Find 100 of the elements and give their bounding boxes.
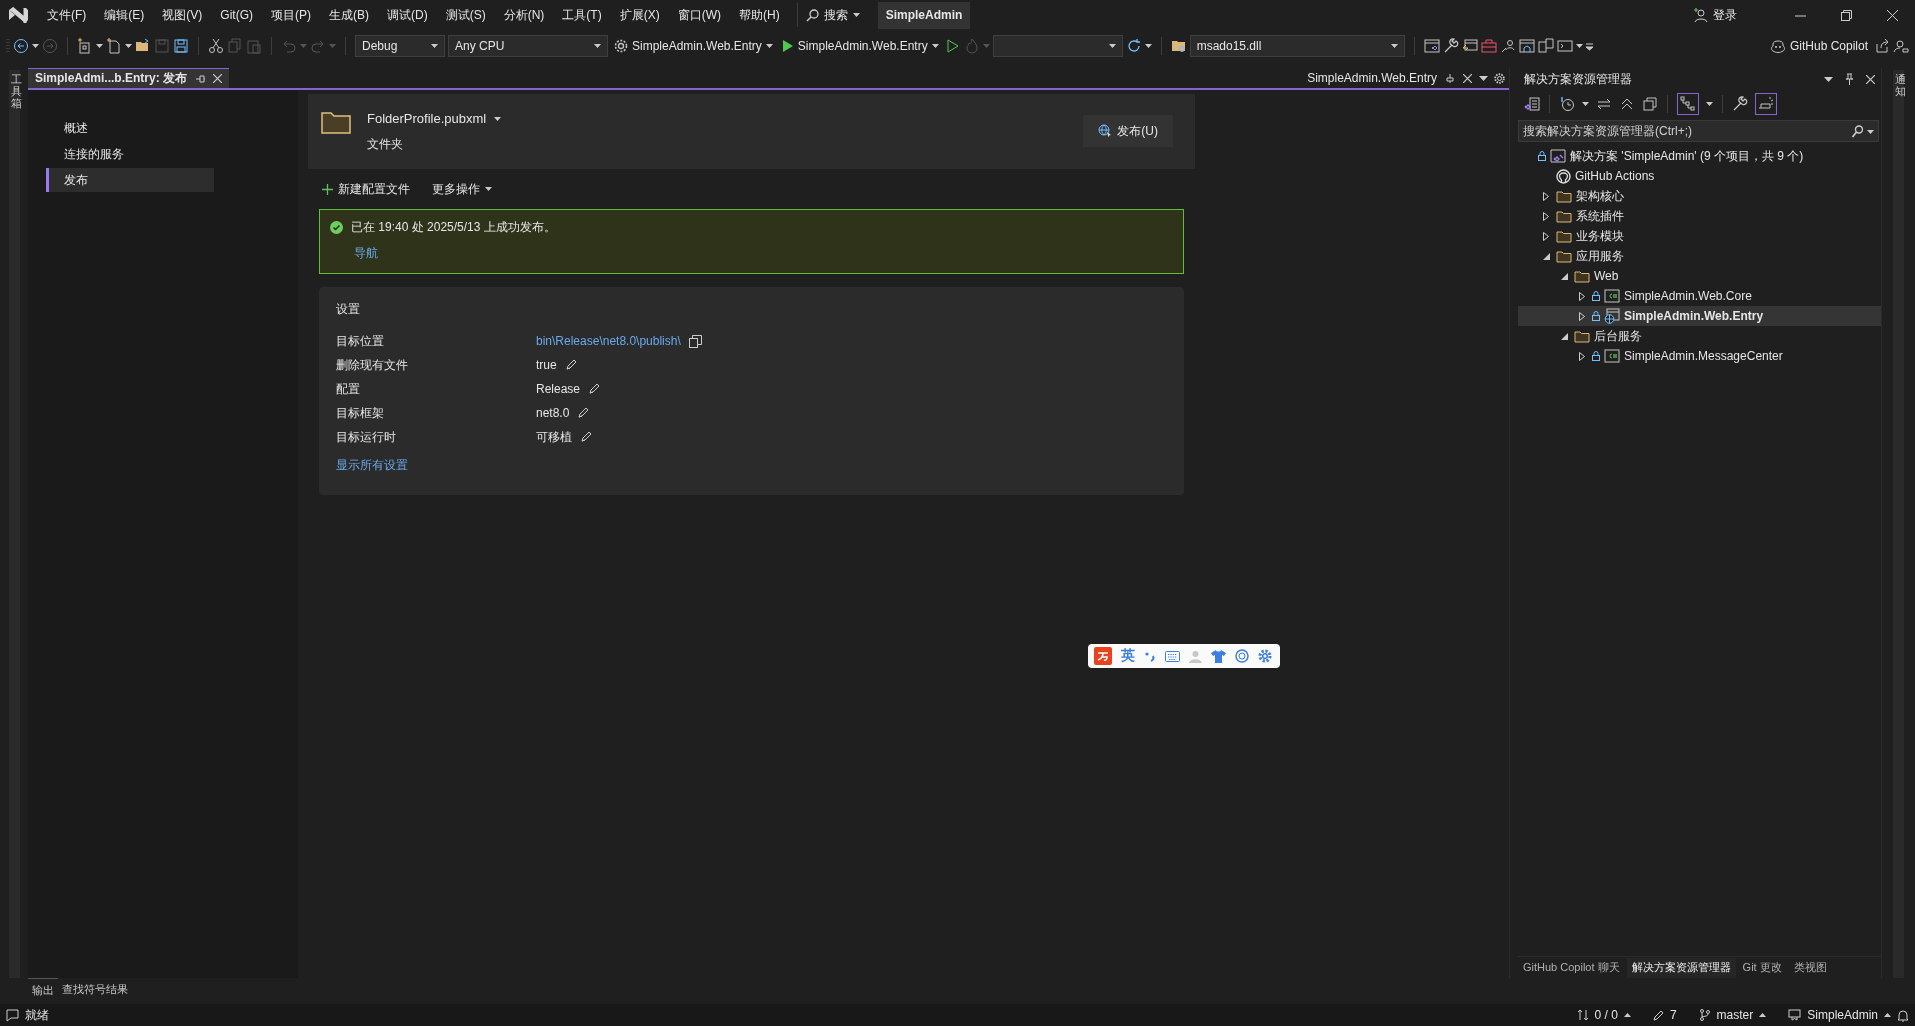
language-toggle[interactable]: 英: [1121, 647, 1135, 665]
changes-button[interactable]: 0 / 0: [1576, 1008, 1631, 1022]
notifications-tab[interactable]: 通知: [1893, 70, 1904, 978]
panel-tab[interactable]: 类视图: [1788, 957, 1832, 978]
run-button[interactable]: SimpleAdmin.Web.Entry: [778, 34, 942, 58]
tree-item[interactable]: GitHub Actions: [1518, 166, 1881, 186]
platform-dropdown[interactable]: Any CPU: [448, 35, 608, 57]
history-icon[interactable]: [1559, 96, 1575, 112]
tree-item[interactable]: SimpleAdmin.Web.Entry: [1518, 306, 1881, 326]
shirt-icon[interactable]: [1211, 649, 1226, 663]
caret-icon[interactable]: [1108, 44, 1116, 48]
sync-icon[interactable]: [1596, 96, 1612, 112]
folder-search-icon[interactable]: [1170, 38, 1187, 54]
copilot-button[interactable]: GitHub Copilot: [1766, 34, 1871, 58]
caret-icon[interactable]: [494, 116, 502, 121]
edits-button[interactable]: 7: [1652, 1008, 1677, 1022]
output-icon[interactable]: [6, 1008, 19, 1022]
share-icon[interactable]: [1874, 38, 1890, 54]
menu-item[interactable]: 测试(S): [436, 0, 495, 30]
search-button[interactable]: 搜索: [796, 3, 868, 27]
nav-item[interactable]: 概述: [46, 116, 214, 140]
panel-tab[interactable]: 解决方案资源管理器: [1626, 957, 1736, 978]
terminal-icon[interactable]: [1556, 38, 1573, 54]
menu-item[interactable]: 窗口(W): [668, 0, 730, 30]
startup-project-button[interactable]: SimpleAdmin.Web.Entry: [611, 34, 776, 58]
feedback-icon[interactable]: [1893, 38, 1909, 54]
vs-window-icon[interactable]: [1423, 38, 1440, 54]
caret-icon[interactable]: [1706, 102, 1713, 106]
publish-button[interactable]: 发布(U): [1083, 115, 1173, 147]
caret-icon[interactable]: [1144, 44, 1152, 48]
show-all-settings-link[interactable]: 显示所有设置: [336, 457, 408, 474]
expand-arrow-icon[interactable]: [1579, 351, 1585, 361]
menu-item[interactable]: 帮助(H): [730, 0, 789, 30]
start-without-debugging-icon[interactable]: [944, 38, 961, 54]
caret-icon[interactable]: [765, 44, 773, 48]
new-project-icon[interactable]: [77, 38, 93, 54]
caret-icon[interactable]: [1623, 1013, 1631, 1017]
sign-in-button[interactable]: 登录: [1693, 6, 1737, 24]
caret-icon[interactable]: [1759, 1013, 1767, 1017]
search-icon[interactable]: [1851, 125, 1863, 138]
pin-icon[interactable]: [1445, 73, 1455, 83]
new-file-icon[interactable]: [106, 38, 122, 54]
menu-item[interactable]: 视图(V): [153, 0, 212, 30]
copy-icon[interactable]: [1642, 96, 1658, 112]
settings-icon[interactable]: [1494, 72, 1505, 84]
caret-icon[interactable]: [852, 13, 860, 17]
menu-item[interactable]: 工具(T): [553, 0, 611, 30]
caret-icon[interactable]: [125, 44, 132, 48]
nav-item[interactable]: 连接的服务: [46, 142, 214, 166]
caret-icon[interactable]: [431, 44, 438, 48]
collapse-arrow-icon[interactable]: [1560, 272, 1568, 280]
vs-logo-icon[interactable]: [6, 4, 30, 26]
caret-icon[interactable]: [32, 44, 39, 48]
wrench-icon[interactable]: [1442, 38, 1459, 54]
tree-item[interactable]: 后台服务: [1518, 326, 1881, 346]
file-dropdown[interactable]: msado15.dll: [1189, 35, 1405, 57]
input-method-logo-icon[interactable]: [1094, 647, 1112, 665]
panel-tab[interactable]: GitHub Copilot 聊天: [1518, 957, 1625, 978]
panels-icon[interactable]: [1537, 38, 1554, 54]
overflow-icon[interactable]: [1585, 41, 1594, 51]
toolbox-icon[interactable]: [1480, 38, 1497, 54]
back-icon[interactable]: [13, 38, 29, 54]
open-folder-icon[interactable]: [135, 38, 151, 54]
copy-icon[interactable]: [688, 334, 702, 348]
edit-icon[interactable]: [580, 431, 592, 443]
menu-item[interactable]: 编辑(E): [95, 0, 154, 30]
nav-item[interactable]: 发布: [46, 168, 214, 192]
search-field[interactable]: 搜索解决方案资源管理器(Ctrl+;): [1518, 120, 1879, 142]
tree-item[interactable]: 解决方案 'SimpleAdmin' (9 个项目，共 9 个): [1518, 146, 1881, 166]
tree-item[interactable]: SimpleAdmin.MessageCenter: [1518, 346, 1881, 366]
save-all-icon[interactable]: [173, 38, 189, 54]
menu-item[interactable]: 生成(B): [320, 0, 378, 30]
caret-icon[interactable]: [485, 187, 492, 191]
menu-item[interactable]: Git(G): [211, 0, 262, 30]
configuration-dropdown[interactable]: Debug: [355, 35, 445, 57]
close-icon[interactable]: [1866, 74, 1875, 84]
menu-item[interactable]: 分析(N): [494, 0, 554, 30]
panel-tab[interactable]: 查找符号结果: [58, 978, 132, 1000]
tree-item[interactable]: 业务模块: [1518, 226, 1881, 246]
caret-icon[interactable]: [1884, 1013, 1891, 1017]
menu-item[interactable]: 调试(D): [378, 0, 437, 30]
profile-dropdown[interactable]: FolderProfile.pubxml: [367, 111, 502, 126]
collapse-arrow-icon[interactable]: [1542, 252, 1550, 260]
vs-solution-icon[interactable]: [1524, 96, 1540, 112]
pin-icon[interactable]: [1845, 73, 1854, 85]
collapse-arrow-icon[interactable]: [1560, 332, 1568, 340]
close-icon[interactable]: [1463, 73, 1472, 83]
tree-item[interactable]: 应用服务: [1518, 246, 1881, 266]
refresh-icon[interactable]: [1125, 38, 1142, 54]
document-tab[interactable]: SimpleAdmi...b.Entry: 发布: [28, 68, 229, 88]
bell-icon[interactable]: [1897, 1008, 1909, 1022]
toolbox-tab[interactable]: 工具箱: [8, 70, 20, 978]
keyboard-icon[interactable]: [1165, 650, 1180, 662]
home-window-icon[interactable]: [1518, 38, 1535, 54]
collapse-all-icon[interactable]: [1619, 96, 1635, 112]
hierarchy-icon[interactable]: [1680, 96, 1696, 112]
close-icon[interactable]: [213, 74, 222, 83]
tree-item[interactable]: 系统插件: [1518, 206, 1881, 226]
more-actions-button[interactable]: 更多操作: [432, 180, 492, 198]
branch-button[interactable]: master: [1698, 1008, 1767, 1022]
